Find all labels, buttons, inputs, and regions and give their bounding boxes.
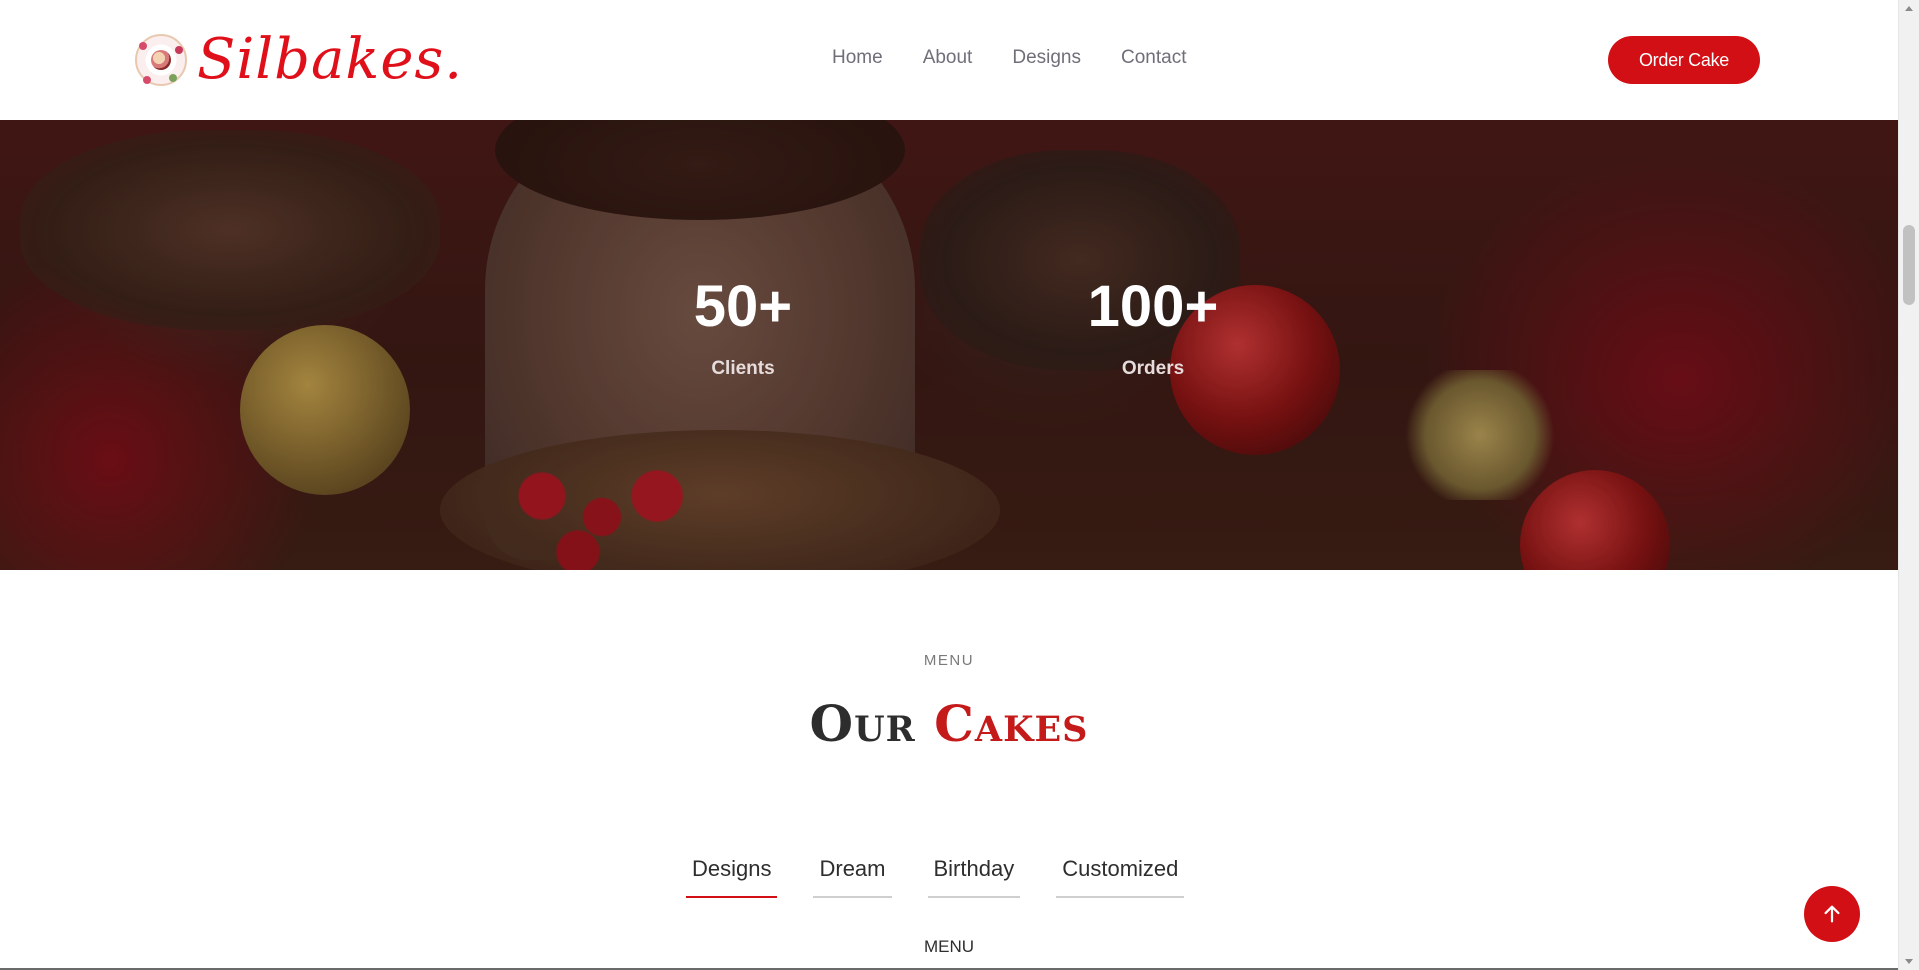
cake-category-tabs: Designs Dream Birthday Customized	[686, 852, 1185, 898]
stat-clients-label: Clients	[711, 358, 775, 379]
page-viewport: Silbakes. Home About Designs Contact Ord…	[0, 0, 1898, 970]
tab-customized[interactable]: Customized	[1056, 852, 1185, 898]
scrollbar-thumb[interactable]	[1903, 225, 1915, 305]
logo-badge-icon	[135, 34, 187, 86]
back-to-top-button[interactable]	[1804, 886, 1860, 942]
tab-designs[interactable]: Designs	[686, 852, 778, 898]
page-scrollbar[interactable]	[1898, 0, 1919, 970]
menu-sub-label: MENU	[923, 937, 975, 956]
arrow-up-icon	[1824, 905, 1840, 923]
logo-text: Silbakes.	[197, 27, 464, 92]
stat-orders: 100+ Orders	[1043, 278, 1263, 380]
nav-home[interactable]: Home	[832, 47, 883, 69]
title-part-our: Our	[809, 694, 916, 753]
stats-hero: 50+ Clients 100+ Orders	[0, 120, 1898, 570]
tab-birthday[interactable]: Birthday	[927, 852, 1021, 898]
nav-contact[interactable]: Contact	[1121, 47, 1186, 69]
site-logo[interactable]: Silbakes.	[135, 28, 463, 92]
title-part-cakes: Cakes	[934, 694, 1089, 753]
menu-eyebrow: MENU	[923, 652, 975, 669]
stat-clients-value: 50+	[693, 274, 793, 339]
main-nav: Home About Designs Contact	[832, 47, 1186, 69]
tab-dream[interactable]: Dream	[813, 852, 892, 898]
stat-orders-label: Orders	[1121, 358, 1185, 379]
scroll-down-icon[interactable]	[1905, 959, 1913, 964]
hero-overlay	[0, 120, 1898, 570]
scroll-up-icon[interactable]	[1905, 6, 1913, 11]
nav-designs[interactable]: Designs	[1012, 47, 1081, 69]
site-header: Silbakes. Home About Designs Contact Ord…	[0, 0, 1898, 120]
order-cake-button[interactable]: Order Cake	[1608, 36, 1760, 84]
stat-orders-value: 100+	[1087, 274, 1219, 339]
section-title: Our Cakes	[0, 694, 1898, 754]
nav-about[interactable]: About	[923, 47, 973, 69]
stat-clients: 50+ Clients	[633, 278, 853, 380]
